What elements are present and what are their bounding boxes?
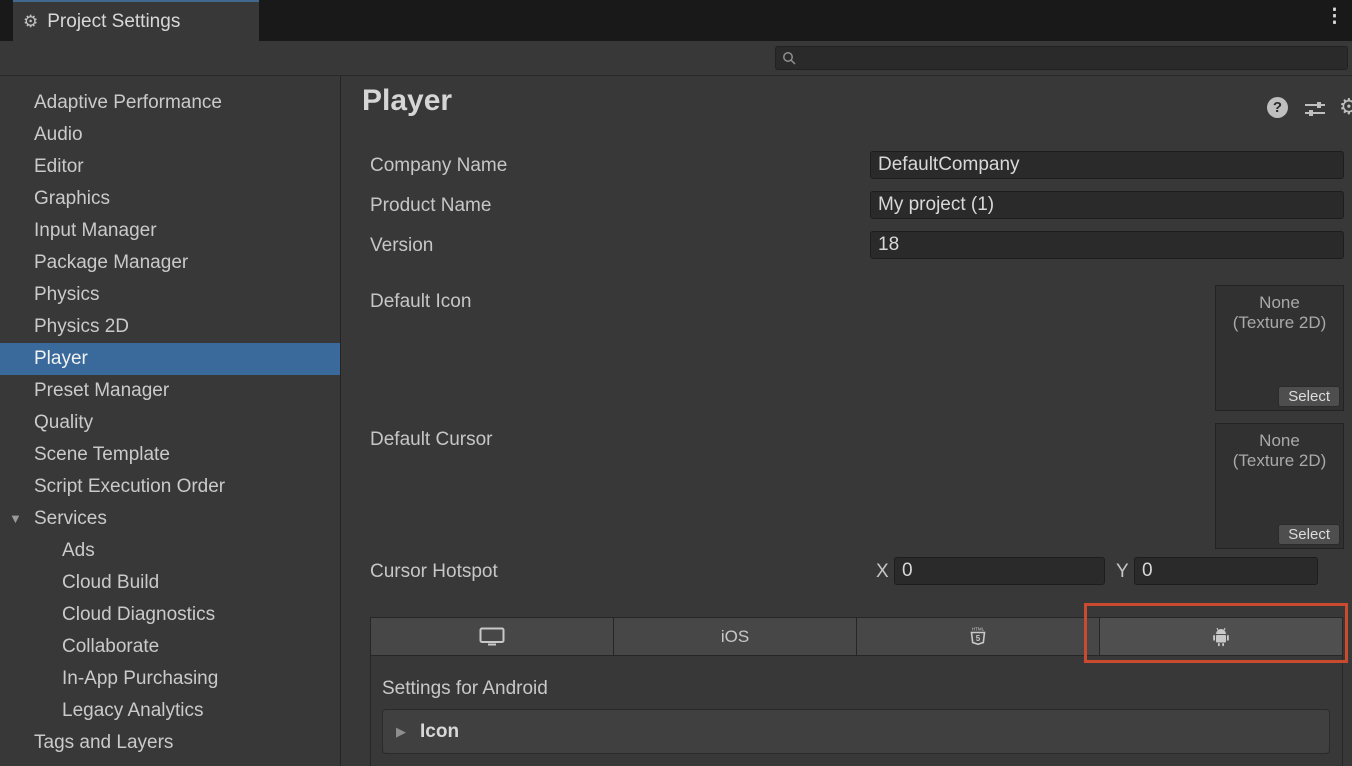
sidebar-item-input-manager[interactable]: Input Manager [0,215,340,247]
html5-icon: HTML 5 [968,626,988,648]
android-icon [1210,626,1232,648]
tab-android[interactable] [1100,618,1342,655]
toolbar [0,41,1352,76]
page-title: Player [362,84,452,118]
search-icon [782,51,796,65]
cursor-hotspot-label: Cursor Hotspot [370,561,498,583]
company-name-label: Company Name [370,155,507,177]
product-name-input[interactable] [870,191,1344,219]
search-box[interactable] [775,46,1348,70]
sidebar-item-adaptive-performance[interactable]: Adaptive Performance [0,87,340,119]
settings-gear-icon: ⚙ [23,13,38,30]
sidebar-item-quality[interactable]: Quality [0,407,340,439]
default-cursor-label: Default Cursor [370,429,493,451]
hotspot-y-input[interactable] [1134,557,1318,585]
settings-category-list: Adaptive Performance Audio Editor Graphi… [0,76,341,766]
icon-foldout[interactable]: ▶ Icon [382,709,1330,754]
sidebar-item-preset-manager[interactable]: Preset Manager [0,375,340,407]
help-icon[interactable]: ? [1267,97,1288,118]
hotspot-y-label: Y [1116,561,1129,583]
version-input[interactable] [870,231,1344,259]
default-cursor-object-field[interactable]: None (Texture 2D) Select [1215,423,1344,549]
tab-ios[interactable]: iOS [614,618,857,655]
sidebar-item-legacy-analytics[interactable]: Legacy Analytics [0,695,340,727]
sidebar-item-in-app-purchasing[interactable]: In-App Purchasing [0,663,340,695]
sidebar-item-graphics[interactable]: Graphics [0,183,340,215]
project-settings-window: ⚙ Project Settings ⋮ Adaptive Performanc… [0,0,1352,766]
company-name-input[interactable] [870,151,1344,179]
icon-foldout-label: Icon [420,721,459,743]
sidebar-item-cloud-diagnostics[interactable]: Cloud Diagnostics [0,599,340,631]
foldout-collapsed-arrow-icon: ▶ [396,724,406,740]
sidebar-item-scene-template[interactable]: Scene Template [0,439,340,471]
titlebar: ⚙ Project Settings ⋮ [0,0,1352,41]
object-value-none: None [1216,431,1343,451]
overflow-menu-icon[interactable]: ⋮ [1320,5,1349,28]
sidebar-item-script-execution-order[interactable]: Script Execution Order [0,471,340,503]
sidebar-item-physics-2d[interactable]: Physics 2D [0,311,340,343]
ios-tab-label: iOS [721,627,749,647]
settings-for-platform-header: Settings for Android [382,678,548,700]
presets-icon[interactable] [1304,101,1326,122]
default-icon-select-button[interactable]: Select [1278,386,1340,407]
panel-gear-icon[interactable]: ⚙ [1339,94,1352,120]
object-value-none: None [1216,293,1343,313]
tab-webgl[interactable]: HTML 5 [857,618,1100,655]
object-value-type: (Texture 2D) [1216,313,1343,333]
sidebar-item-player[interactable]: Player [0,343,340,375]
sidebar-item-package-manager[interactable]: Package Manager [0,247,340,279]
sidebar-item-tags-and-layers[interactable]: Tags and Layers [0,727,340,759]
sidebar-item-ads[interactable]: Ads [0,535,340,567]
monitor-icon [479,627,505,646]
sidebar-item-physics[interactable]: Physics [0,279,340,311]
hotspot-x-input[interactable] [894,557,1105,585]
svg-text:HTML: HTML [972,626,985,631]
default-cursor-select-button[interactable]: Select [1278,524,1340,545]
sidebar-item-cloud-build[interactable]: Cloud Build [0,567,340,599]
foldout-open-triangle-icon[interactable]: ▼ [9,503,22,535]
sidebar-item-editor[interactable]: Editor [0,151,340,183]
default-icon-object-field[interactable]: None (Texture 2D) Select [1215,285,1344,411]
sidebar-item-label: Services [34,508,107,529]
platform-tab-bar: iOS HTML 5 [370,617,1343,656]
hotspot-x-label: X [876,561,889,583]
sidebar-item-textmesh-pro[interactable]: TextMesh Pro [0,759,340,766]
sidebar-item-services[interactable]: ▼ Services [0,503,340,535]
svg-text:5: 5 [976,634,981,643]
search-input[interactable] [801,50,1341,67]
default-icon-label: Default Icon [370,291,471,313]
tab-project-settings[interactable]: ⚙ Project Settings [13,0,259,41]
tab-standalone[interactable] [371,618,614,655]
window-title: Project Settings [47,11,180,33]
sidebar-item-collaborate[interactable]: Collaborate [0,631,340,663]
version-label: Version [370,235,433,257]
object-value-type: (Texture 2D) [1216,451,1343,471]
product-name-label: Product Name [370,195,491,217]
sidebar-item-audio[interactable]: Audio [0,119,340,151]
